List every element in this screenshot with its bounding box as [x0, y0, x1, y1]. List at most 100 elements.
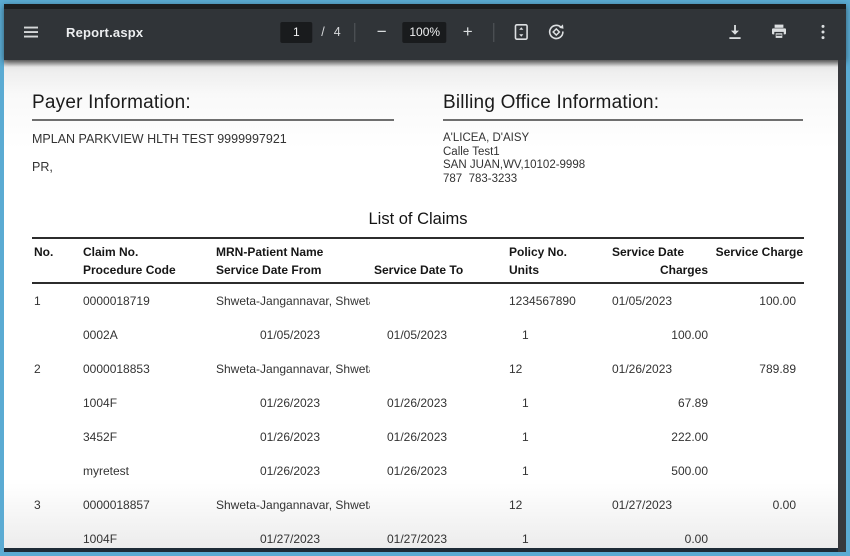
- claim-row: 30000018857Shweta-Jangannavar, Shweta C 1…: [32, 488, 804, 522]
- column-header: No.: [32, 238, 82, 261]
- table-cell: 1: [502, 386, 602, 420]
- table-cell: 01/26/2023: [210, 454, 370, 488]
- table-cell: 01/05/2023: [602, 283, 710, 318]
- table-cell: [32, 420, 82, 454]
- column-header: Service Date From: [210, 261, 370, 283]
- table-cell: [370, 488, 502, 522]
- fit-to-page-icon: [512, 22, 532, 42]
- payer-heading: Payer Information:: [32, 92, 394, 121]
- menu-button[interactable]: [18, 19, 44, 45]
- column-header: Service Charge: [710, 238, 804, 261]
- zoom-in-button[interactable]: +: [456, 20, 480, 44]
- column-header: [710, 261, 804, 283]
- document-title: Report.aspx: [66, 25, 143, 40]
- table-cell: 01/26/2023: [210, 386, 370, 420]
- table-cell: [32, 386, 82, 420]
- rotate-counterclockwise-icon: [547, 22, 567, 42]
- toolbar-divider: [494, 23, 495, 42]
- table-cell: 01/05/2023: [210, 318, 370, 352]
- pdf-page-viewport: Payer Information: MPLAN PARKVIEW HLTH T…: [4, 60, 846, 552]
- fit-to-page-button[interactable]: [509, 19, 535, 45]
- table-cell: 01/26/2023: [210, 420, 370, 454]
- pdf-page: Payer Information: MPLAN PARKVIEW HLTH T…: [4, 60, 838, 552]
- claim-row: 20000018853Shweta-Jangannavar, Shweta C1…: [32, 352, 804, 386]
- hamburger-menu-icon: [21, 22, 41, 42]
- table-cell: 01/26/2023: [370, 454, 502, 488]
- print-button[interactable]: [766, 19, 792, 45]
- table-cell: 12: [502, 488, 602, 522]
- more-options-button[interactable]: [810, 19, 836, 45]
- table-header-row: No.Claim No.MRN-Patient NamePolicy No.Se…: [32, 238, 804, 261]
- table-cell: 0000018719: [82, 283, 210, 318]
- column-header: Service Date To: [370, 261, 502, 283]
- window-bottom-edge: [4, 548, 838, 552]
- download-button[interactable]: [722, 19, 748, 45]
- toolbar-center-controls: 1 / 4 − 100% +: [280, 19, 569, 45]
- table-cell: 67.89: [602, 386, 710, 420]
- column-header: Units: [502, 261, 602, 283]
- table-cell: 0.00: [710, 488, 804, 522]
- table-cell: 222.00: [602, 420, 710, 454]
- table-cell: [710, 318, 804, 352]
- table-cell: [710, 386, 804, 420]
- table-cell: 0000018857: [82, 488, 210, 522]
- table-cell: [710, 420, 804, 454]
- claims-list-title: List of Claims: [32, 210, 804, 229]
- payer-information-block: Payer Information: MPLAN PARKVIEW HLTH T…: [32, 92, 394, 188]
- table-cell: 3452F: [82, 420, 210, 454]
- table-cell: [370, 352, 502, 386]
- billing-address-line2: SAN JUAN,WV,10102-9998: [443, 159, 803, 173]
- column-header: Policy No.: [502, 238, 602, 261]
- table-cell: [32, 318, 82, 352]
- column-header: Charges: [602, 261, 710, 283]
- table-cell: 3: [32, 488, 82, 522]
- table-cell: Shweta-Jangannavar, Shweta C: [210, 488, 370, 522]
- table-cell: 1: [32, 283, 82, 318]
- rotate-button[interactable]: [544, 19, 570, 45]
- zoom-out-button[interactable]: −: [370, 20, 394, 44]
- table-header-row: Procedure CodeService Date FromService D…: [32, 261, 804, 283]
- print-icon: [769, 22, 789, 42]
- table-cell: [32, 454, 82, 488]
- info-section: Payer Information: MPLAN PARKVIEW HLTH T…: [4, 92, 838, 210]
- table-cell: Shweta-Jangannavar, Shweta C: [210, 352, 370, 386]
- claims-table-body: 10000018719Shweta-Jangannavar, Shweta C1…: [32, 283, 804, 552]
- more-vert-icon: [813, 22, 833, 42]
- table-cell: 01/26/2023: [370, 420, 502, 454]
- procedure-row: 1004F01/26/202301/26/2023167.89: [32, 386, 804, 420]
- payer-name: MPLAN PARKVIEW HLTH TEST 9999997921: [32, 132, 394, 146]
- page-number-input[interactable]: 1: [280, 22, 312, 43]
- billing-phone: 787 783-3233: [443, 173, 803, 187]
- screenshot-stage: Report.aspx 1 / 4 − 100% +: [0, 0, 850, 556]
- procedure-row: 0002A01/05/202301/05/20231100.00: [32, 318, 804, 352]
- table-cell: 2: [32, 352, 82, 386]
- pdf-viewer-window: Report.aspx 1 / 4 − 100% +: [0, 0, 850, 556]
- pdf-toolbar: Report.aspx 1 / 4 − 100% +: [4, 4, 846, 60]
- column-header: Service Date: [602, 238, 710, 261]
- toolbar-right-controls: [722, 19, 836, 45]
- zoom-level-input[interactable]: 100%: [403, 22, 447, 43]
- table-cell: 01/27/2023: [602, 488, 710, 522]
- table-cell: 500.00: [602, 454, 710, 488]
- table-cell: 0002A: [82, 318, 210, 352]
- table-cell: 1: [502, 454, 602, 488]
- procedure-row: 3452F01/26/202301/26/20231222.00: [32, 420, 804, 454]
- toolbar-divider: [355, 23, 356, 42]
- vertical-scrollbar[interactable]: [838, 60, 846, 552]
- column-header: [370, 238, 502, 261]
- page-separator: /: [321, 25, 324, 39]
- claim-row: 10000018719Shweta-Jangannavar, Shweta C 1…: [32, 283, 804, 318]
- table-cell: myretest: [82, 454, 210, 488]
- table-cell: 0000018853: [82, 352, 210, 386]
- column-header: [32, 261, 82, 283]
- column-header: Procedure Code: [82, 261, 210, 283]
- page-total: 4: [334, 25, 341, 39]
- column-header: Claim No.: [82, 238, 210, 261]
- table-cell: 01/26/2023: [602, 352, 710, 386]
- table-cell: Shweta-Jangannavar, Shweta C: [210, 283, 370, 318]
- table-cell: 1004F: [82, 386, 210, 420]
- table-cell: 789.89: [710, 352, 804, 386]
- table-cell: 1234567890: [502, 283, 602, 318]
- column-header: MRN-Patient Name: [210, 238, 370, 261]
- claims-table: No.Claim No.MRN-Patient NamePolicy No.Se…: [32, 237, 804, 552]
